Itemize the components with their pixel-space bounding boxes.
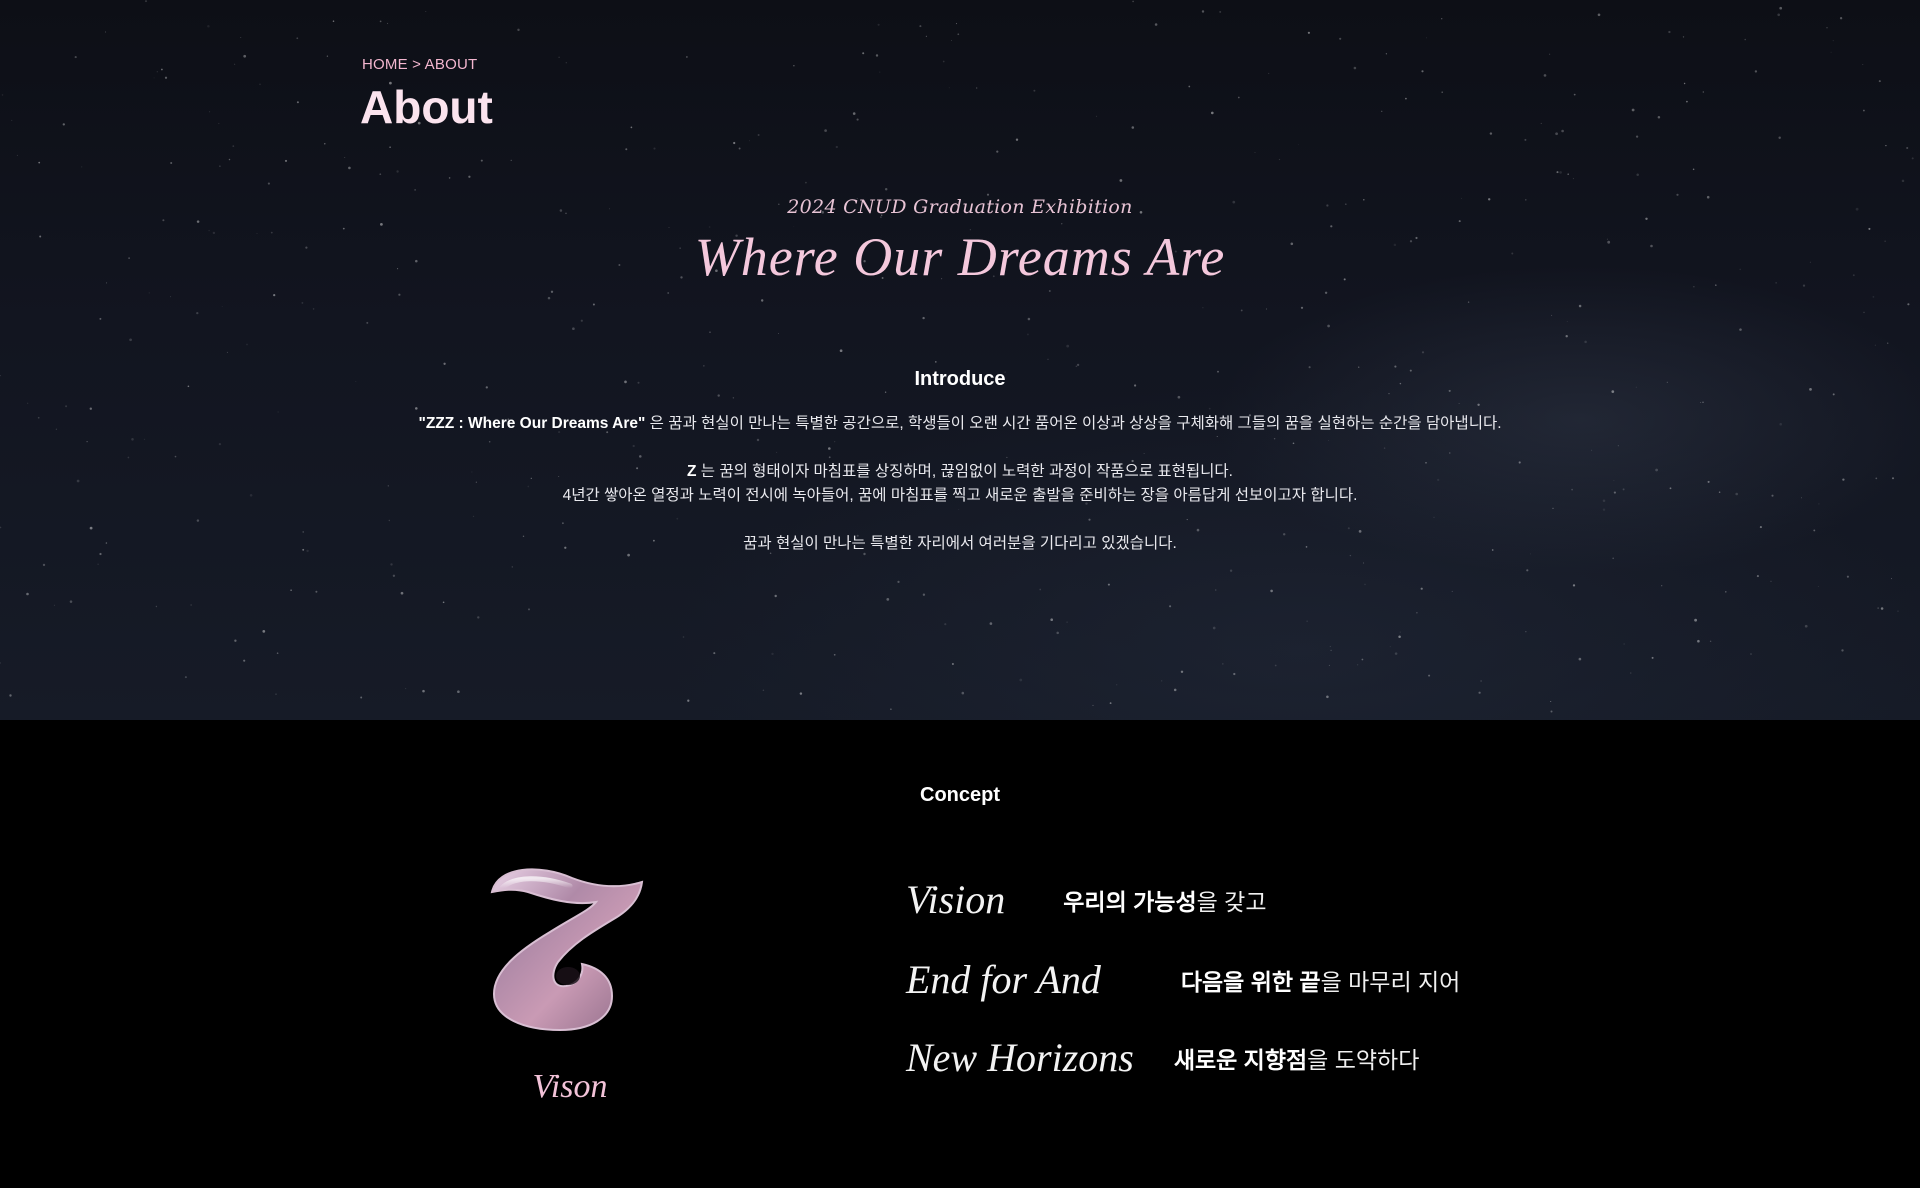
intro-line-1-emphasis: "ZZZ : Where Our Dreams Are" (418, 415, 646, 432)
concept-item-emphasis: 새로운 지향점 (1173, 1046, 1308, 1073)
intro-line-2-text: 는 꿈의 형태이자 마침표를 상징하며, 끊임없이 노력한 과정이 작품으로 표… (696, 463, 1233, 480)
concept-item-emphasis: 다음을 위한 끝 (1180, 968, 1321, 995)
concept-item-description: 새로운 지향점을 도약하다 (1174, 1041, 1420, 1075)
concept-item-emphasis: 우리의 가능성 (1063, 888, 1197, 915)
concept-item-title: End for And (906, 957, 1101, 1002)
introduce-text: "ZZZ : Where Our Dreams Are" 은 꿈과 현실이 만나… (0, 412, 1920, 556)
starfield-background (0, 0, 1914, 713)
logo-caption: Vison (532, 1068, 608, 1105)
page-title: About (360, 81, 493, 133)
concept-item-title: Vision (906, 877, 1006, 922)
hero-section: HOME > ABOUT About 2024 CNUD Graduation … (0, 0, 1920, 720)
breadcrumb[interactable]: HOME > ABOUT (362, 56, 477, 73)
concept-item-description: 우리의 가능성을 갖고 (1063, 883, 1266, 917)
concept-heading: Concept (920, 784, 1000, 806)
concept-item-end-for-and: End for And 다음을 위한 끝을 마무리 지어 (906, 956, 1460, 1003)
intro-line-4: 꿈과 현실이 만나는 특별한 자리에서 여러분을 기다리고 있겠습니다. (743, 535, 1177, 552)
about-page: HOME > ABOUT About 2024 CNUD Graduation … (0, 0, 1920, 1188)
concept-item-vision: Vision 우리의 가능성을 갖고 (906, 876, 1267, 923)
concept-item-rest: 을 마무리 지어 (1320, 968, 1461, 995)
concept-item-rest: 을 도약하다 (1307, 1046, 1420, 1073)
exhibition-subtitle: 2024 CNUD Graduation Exhibition (787, 196, 1133, 218)
intro-line-1-text: 은 꿈과 현실이 만나는 특별한 공간으로, 학생들이 오랜 시간 품어온 이상… (645, 415, 1502, 432)
intro-line-1: "ZZZ : Where Our Dreams Are" 은 꿈과 현실이 만나… (0, 412, 1920, 436)
z-logo-icon (480, 858, 650, 1034)
intro-line-3: 4년간 쌓아온 열정과 노력이 전시에 녹아들어, 꿈에 마침표를 찍고 새로운… (562, 487, 1358, 504)
concept-item-title: New Horizons (906, 1035, 1134, 1080)
concept-item-rest: 을 갖고 (1196, 888, 1267, 915)
introduce-heading: Introduce (914, 368, 1006, 390)
intro-line-2: Z 는 꿈의 형태이자 마침표를 상징하며, 끊임없이 노력한 과정이 작품으로… (0, 460, 1920, 484)
exhibition-title: Where Our Dreams Are (694, 227, 1226, 287)
concept-item-description: 다음을 위한 끝을 마무리 지어 (1181, 963, 1461, 997)
concept-item-new-horizons: New Horizons 새로운 지향점을 도약하다 (906, 1034, 1419, 1081)
